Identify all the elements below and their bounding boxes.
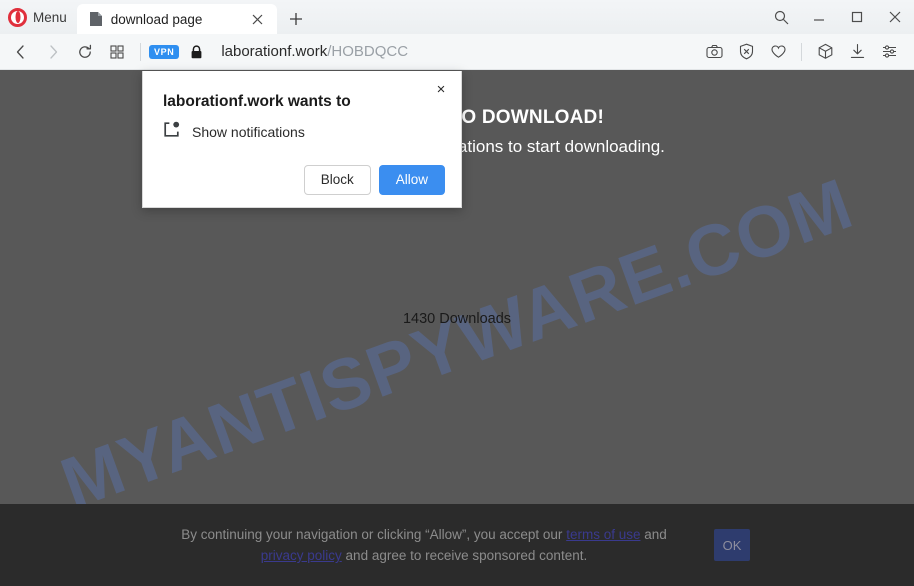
- close-icon[interactable]: ×: [431, 79, 451, 99]
- address-bar: VPN laborationf.work/HOBDQCC: [0, 34, 914, 70]
- permission-row: Show notifications: [163, 121, 445, 143]
- menu-label: Menu: [33, 9, 67, 25]
- allow-button[interactable]: Allow: [378, 165, 445, 195]
- browser-tab-download-page[interactable]: download page: [76, 4, 277, 34]
- downloads-counter: 1430 Downloads: [402, 311, 512, 327]
- terms-of-use-link[interactable]: terms of use: [566, 527, 640, 542]
- reload-button-icon[interactable]: [70, 37, 100, 67]
- lock-icon[interactable]: [187, 44, 205, 59]
- consent-line1-pre: By continuing your navigation or clickin…: [181, 527, 567, 542]
- notification-permission-dialog: × laborationf.work wants to Show notific…: [142, 71, 462, 208]
- sliders-icon[interactable]: [874, 37, 904, 67]
- maximize-button[interactable]: [838, 0, 876, 34]
- opera-menu-button[interactable]: Menu: [0, 0, 77, 34]
- consent-banner-text: By continuing your navigation or clickin…: [164, 524, 684, 566]
- toolbar-actions: [699, 37, 904, 67]
- permission-actions: Block Allow: [159, 165, 445, 195]
- close-window-button[interactable]: [876, 0, 914, 34]
- forward-button-icon: [38, 37, 68, 67]
- download-icon[interactable]: [842, 37, 872, 67]
- consent-line2-post: and agree to receive sponsored content.: [341, 548, 588, 563]
- watermark-text: MYANTISPYWARE.COM: [51, 163, 863, 525]
- window-controls: [762, 0, 914, 34]
- url-text[interactable]: laborationf.work/HOBDQCC: [221, 43, 697, 60]
- shield-block-icon[interactable]: [731, 37, 761, 67]
- minimize-button[interactable]: [800, 0, 838, 34]
- consent-banner: By continuing your navigation or clickin…: [0, 504, 914, 586]
- permission-label: Show notifications: [192, 124, 305, 140]
- privacy-policy-link[interactable]: privacy policy: [261, 548, 342, 563]
- page-icon: [89, 11, 103, 27]
- tab-title: download page: [110, 11, 203, 27]
- block-button[interactable]: Block: [303, 165, 371, 195]
- ok-button[interactable]: OK: [714, 529, 750, 561]
- tab-strip: Menu download page: [0, 0, 914, 34]
- grid-icon[interactable]: [102, 37, 132, 67]
- camera-icon[interactable]: [699, 37, 729, 67]
- consent-line2-pre: and: [640, 527, 667, 542]
- notification-icon: [163, 121, 180, 143]
- heart-icon[interactable]: [763, 37, 793, 67]
- opera-logo-icon: [8, 7, 27, 27]
- url-path: /HOBDQCC: [327, 43, 409, 60]
- search-icon[interactable]: [762, 0, 800, 34]
- vpn-badge[interactable]: VPN: [149, 44, 180, 59]
- permission-dialog-title: laborationf.work wants to: [163, 93, 351, 110]
- tab-close-icon[interactable]: [247, 8, 269, 30]
- url-host: laborationf.work: [221, 43, 328, 60]
- browser-window: Menu download page VPN laborationf.work/…: [0, 0, 914, 586]
- toolbar-divider-2: [801, 42, 802, 61]
- back-button-icon[interactable]: [6, 37, 36, 67]
- toolbar-divider: [140, 42, 141, 61]
- new-tab-button[interactable]: [285, 8, 307, 30]
- cube-icon[interactable]: [810, 37, 840, 67]
